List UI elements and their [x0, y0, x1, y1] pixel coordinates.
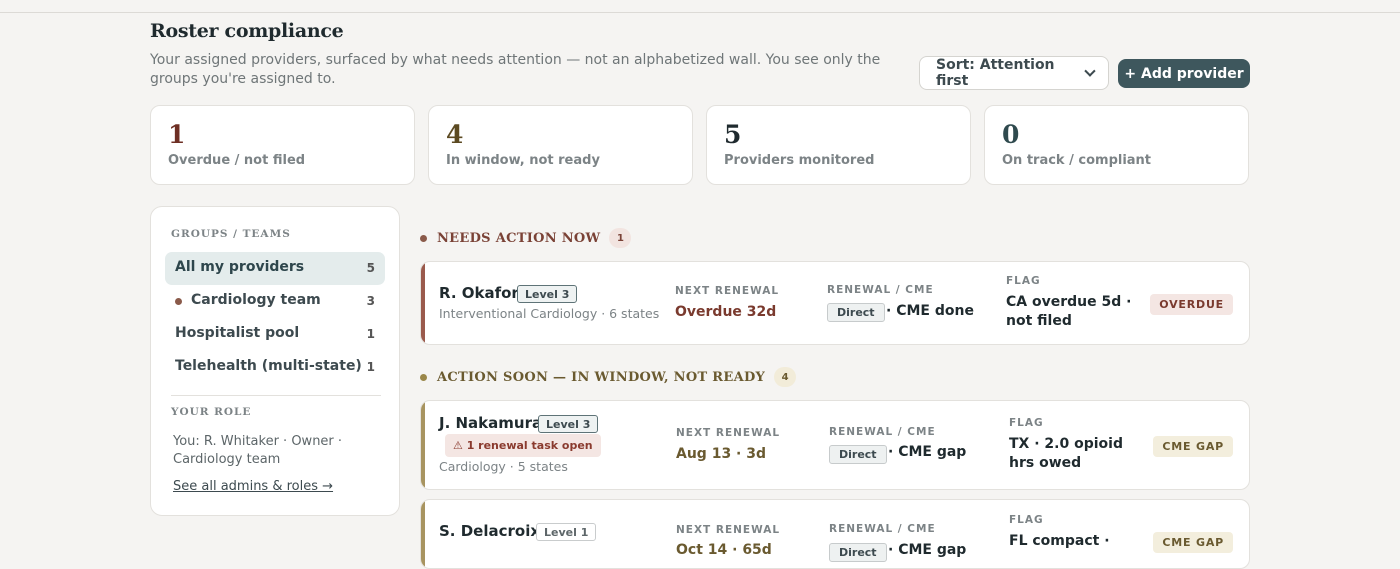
page-title: Roster compliance: [150, 20, 344, 42]
sort-select[interactable]: Sort: Attention first: [919, 56, 1109, 90]
row-accent-bar: [421, 500, 425, 568]
flag-label: FLAG: [1009, 417, 1044, 429]
sidebar-item-label: Hospitalist pool: [175, 325, 300, 341]
page-description: Your assigned providers, surfaced by wha…: [150, 52, 881, 87]
sidebar-item-all-providers[interactable]: All my providers 5: [165, 252, 385, 285]
stat-card-overdue: 1 Overdue / not filed: [150, 105, 415, 185]
section-header-needs-action: NEEDS ACTION NOW 1: [420, 228, 632, 248]
cme-status: · CME gap: [888, 444, 967, 460]
sidebar-item-count: 1: [366, 360, 375, 374]
sidebar-divider: [171, 395, 381, 396]
flag-label: FLAG: [1006, 275, 1041, 287]
flag-text: FL compact ·: [1009, 533, 1110, 549]
renewal-type-chip: Direct: [827, 303, 885, 322]
stat-value: 0: [1002, 120, 1020, 149]
provider-name: S. Delacroix: [439, 522, 541, 540]
level-badge: Level 3: [517, 285, 578, 303]
provider-name: R. Okafor: [439, 284, 519, 302]
cme-status: · CME done: [886, 303, 974, 319]
flag-text: TX · 2.0 opioid hrs owed: [1009, 436, 1123, 471]
add-provider-button[interactable]: + Add provider: [1118, 59, 1250, 88]
section-dot-icon: [420, 234, 427, 242]
next-renewal-value: Aug 13 · 3d: [676, 446, 767, 462]
sidebar-item-hospitalist[interactable]: Hospitalist pool 1: [165, 318, 385, 351]
role-description: You: R. Whitaker · Owner · Cardiology te…: [173, 434, 343, 467]
stat-label: Providers monitored: [724, 153, 875, 168]
level-badge: Level 3: [538, 415, 599, 433]
next-renewal-label: NEXT RENEWAL: [675, 285, 780, 297]
row-accent-bar: [421, 401, 425, 489]
sidebar-item-count: 1: [366, 327, 375, 341]
provider-specialty: Interventional Cardiology · 6 states: [439, 306, 660, 321]
level-badge: Level 1: [536, 523, 597, 541]
top-divider: [0, 12, 1400, 13]
status-badge: CME GAP: [1153, 436, 1233, 457]
sidebar-item-cardiology[interactable]: Cardiology team 3: [165, 285, 385, 318]
stat-card-monitored: 5 Providers monitored: [706, 105, 971, 185]
provider-row[interactable]: J. Nakamura Level 3 ⚠ 1 renewal task ope…: [420, 400, 1250, 490]
provider-specialty: Cardiology · 5 states: [439, 459, 568, 474]
stat-value: 5: [724, 120, 742, 149]
renewal-cme-label: RENEWAL / CME: [829, 523, 936, 535]
sidebar-item-label: Cardiology team: [191, 292, 321, 308]
next-renewal-value: Overdue 32d: [675, 304, 777, 320]
section-header-action-soon: ACTION SOON — IN WINDOW, NOT READY 4: [420, 367, 797, 387]
sort-select-label: Sort: Attention first: [936, 57, 1055, 89]
cme-status: · CME gap: [888, 542, 967, 558]
section-count-badge: 4: [774, 367, 797, 387]
renewal-cme-label: RENEWAL / CME: [829, 426, 936, 438]
stat-card-in-window: 4 In window, not ready: [428, 105, 693, 185]
section-count-badge: 1: [609, 228, 632, 248]
stat-label: On track / compliant: [1002, 153, 1152, 168]
section-title: NEEDS ACTION NOW: [437, 230, 601, 246]
stat-label: In window, not ready: [446, 153, 600, 168]
groups-sidebar: GROUPS / TEAMS All my providers 5 Cardio…: [150, 206, 400, 516]
stat-value: 4: [446, 120, 464, 149]
next-renewal-label: NEXT RENEWAL: [676, 427, 781, 439]
section-title: ACTION SOON — IN WINDOW, NOT READY: [437, 369, 766, 385]
next-renewal-label: NEXT RENEWAL: [676, 524, 781, 536]
status-badge: OVERDUE: [1150, 294, 1233, 315]
flag-text: CA overdue 5d · not filed: [1006, 294, 1132, 329]
section-dot-icon: [420, 373, 427, 381]
see-admins-link[interactable]: See all admins & roles →: [173, 479, 333, 494]
renewal-type-chip: Direct: [829, 445, 887, 464]
flag-label: FLAG: [1009, 514, 1044, 526]
attention-dot-icon: [175, 298, 182, 305]
provider-name: J. Nakamura: [439, 414, 543, 432]
provider-row[interactable]: S. Delacroix Level 1 NEXT RENEWAL Oct 14…: [420, 499, 1250, 569]
row-accent-bar: [421, 262, 425, 344]
stat-label: Overdue / not filed: [168, 153, 306, 168]
status-badge: CME GAP: [1153, 532, 1233, 553]
sidebar-item-count: 5: [366, 261, 375, 275]
renewal-cme-label: RENEWAL / CME: [827, 284, 934, 296]
sidebar-item-telehealth[interactable]: Telehealth (multi-state) 1: [165, 351, 385, 384]
next-renewal-value: Oct 14 · 65d: [676, 542, 772, 558]
stat-value: 1: [168, 120, 186, 149]
renewal-task-badge: ⚠ 1 renewal task open: [445, 434, 601, 457]
sidebar-item-label: All my providers: [175, 259, 305, 275]
role-heading: YOUR ROLE: [171, 406, 252, 418]
provider-row[interactable]: R. Okafor Level 3 Interventional Cardiol…: [420, 261, 1250, 345]
sidebar-item-label: Telehealth (multi-state): [175, 358, 362, 374]
groups-heading: GROUPS / TEAMS: [171, 228, 291, 240]
sidebar-item-count: 3: [366, 294, 375, 308]
stat-card-on-track: 0 On track / compliant: [984, 105, 1249, 185]
